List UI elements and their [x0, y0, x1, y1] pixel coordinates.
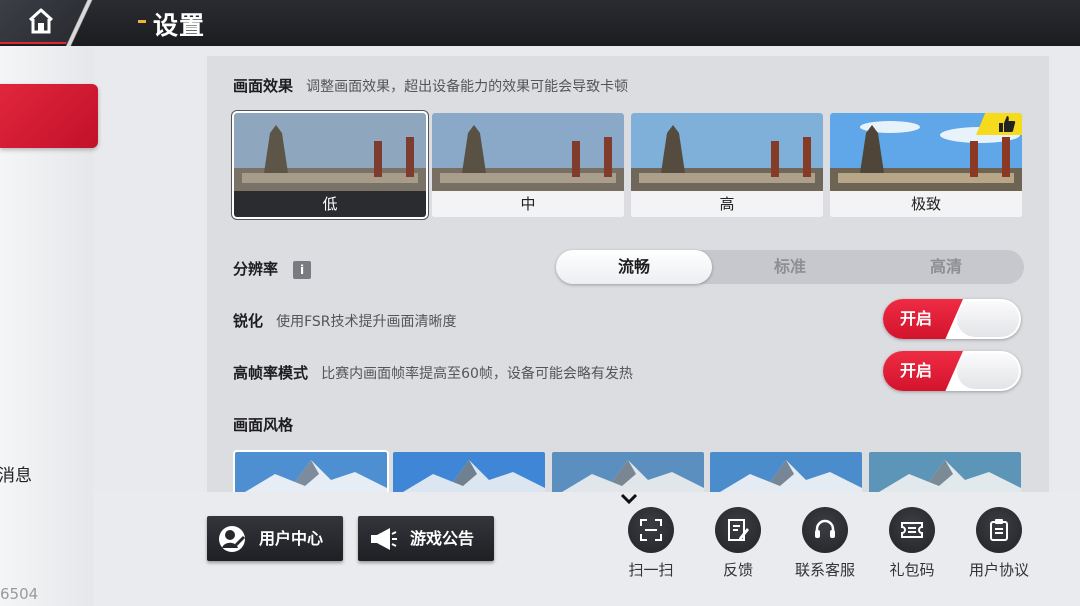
resolution-option-hd[interactable]: 高清 [868, 250, 1024, 284]
mountain-thumbnail [869, 452, 1021, 492]
graphics-option-ultra[interactable]: 极致 [830, 113, 1022, 217]
megaphone-icon [371, 528, 397, 550]
feedback-button[interactable]: 反馈 [698, 507, 778, 580]
resolution-option-smooth[interactable]: 流畅 [556, 250, 712, 284]
sidebar-item-settings[interactable] [0, 84, 98, 148]
graphics-description: 调整画面效果，超出设备能力的效果可能会导致卡顿 [306, 79, 629, 95]
thumbs-up-icon [999, 116, 1016, 132]
toggle-knob [957, 353, 1019, 389]
style-option[interactable] [552, 452, 704, 492]
mountain-thumbnail [235, 452, 387, 492]
announcement-label: 游戏公告 [410, 529, 475, 548]
style-option[interactable] [869, 452, 1021, 492]
graphics-option-medium[interactable]: 中 [432, 113, 624, 217]
graphics-title: 画面效果 [233, 77, 294, 95]
title-dash [138, 20, 146, 23]
resolution-title: 分辨率 [233, 260, 279, 278]
toggle-label: 开启 [900, 309, 933, 328]
graphics-option-label: 低 [234, 191, 426, 217]
top-bar: 设置 [0, 0, 1080, 46]
graphics-options: 低 中 高 极致 [232, 113, 1024, 219]
user-agreement-label: 用户协议 [968, 561, 1029, 579]
style-option[interactable] [235, 452, 387, 492]
high-fps-description: 比赛内画面帧率提高至60帧，设备可能会略有发热 [321, 366, 633, 382]
style-header: 画面风格 [233, 414, 293, 435]
sharpen-row: 锐化 使用FSR技术提升画面清晰度 [233, 310, 457, 331]
style-title: 画面风格 [233, 416, 294, 434]
style-options [234, 452, 1024, 492]
toggle-knob [957, 301, 1019, 337]
sharpen-description: 使用FSR技术提升画面清晰度 [276, 314, 457, 330]
gift-code-label: 礼包码 [889, 561, 935, 579]
feedback-label: 反馈 [722, 561, 753, 579]
graphics-option-label: 高 [631, 191, 823, 217]
toggle-label: 开启 [900, 361, 933, 380]
user-agreement-button[interactable]: 用户协议 [959, 507, 1039, 580]
ticket-icon [889, 507, 935, 553]
page-title: 设置 [153, 11, 206, 40]
graphics-option-high[interactable]: 高 [631, 113, 823, 217]
style-option[interactable] [710, 452, 862, 492]
mountain-thumbnail [710, 452, 862, 492]
sharpen-toggle[interactable]: 开启 [883, 299, 1021, 339]
settings-panel: 画面效果 调整画面效果，超出设备能力的效果可能会导致卡顿 低 中 高 极致 分辨… [207, 56, 1049, 492]
chevron-down-icon[interactable] [620, 492, 638, 506]
home-icon [28, 8, 54, 34]
high-fps-toggle[interactable]: 开启 [883, 351, 1021, 391]
mountain-thumbnail [393, 452, 545, 492]
user-center-button[interactable]: 用户中心 [207, 516, 343, 561]
user-center-icon [219, 526, 245, 552]
scan-label: 扫一扫 [628, 561, 674, 579]
customer-service-button[interactable]: 联系客服 [785, 507, 865, 580]
graphics-option-label: 极致 [830, 191, 1022, 217]
gift-code-button[interactable]: 礼包码 [872, 507, 952, 580]
announcement-button[interactable]: 游戏公告 [358, 516, 494, 561]
info-icon[interactable]: i [293, 260, 312, 279]
preview-image [234, 113, 426, 191]
high-fps-row: 高帧率模式 比赛内画面帧率提高至60帧，设备可能会略有发热 [233, 362, 633, 383]
mountain-thumbnail [552, 452, 704, 492]
scan-button[interactable]: 扫一扫 [611, 507, 691, 580]
resolution-option-standard[interactable]: 标准 [712, 250, 868, 284]
resolution-selector: 流畅 标准 高清 [556, 250, 1024, 284]
clipboard-icon [976, 507, 1022, 553]
preview-image [432, 113, 624, 191]
high-fps-title: 高帧率模式 [233, 364, 309, 382]
preview-image [631, 113, 823, 191]
graphics-header: 画面效果 调整画面效果，超出设备能力的效果可能会导致卡顿 [233, 75, 628, 96]
style-option[interactable] [393, 452, 545, 492]
feedback-icon [715, 507, 761, 553]
headset-icon [802, 507, 848, 553]
resolution-header: 分辨率 i [233, 258, 312, 279]
sharpen-title: 锐化 [233, 312, 264, 330]
scan-icon [628, 507, 674, 553]
version-label: 6504 [0, 585, 39, 603]
decor-stripe [64, 0, 100, 46]
customer-service-label: 联系客服 [794, 561, 855, 579]
user-center-label: 用户中心 [259, 529, 324, 548]
sidebar-item-messages[interactable]: 消息 [0, 461, 32, 486]
graphics-option-low[interactable]: 低 [234, 113, 426, 217]
graphics-option-label: 中 [432, 191, 624, 217]
